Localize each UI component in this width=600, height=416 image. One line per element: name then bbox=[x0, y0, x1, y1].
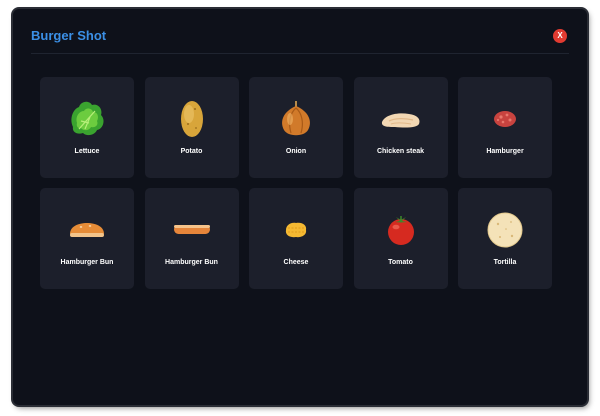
tomato-icon bbox=[354, 208, 448, 252]
hamburger-patty-icon bbox=[458, 97, 552, 141]
app-window: Burger Shot X Lettuce Potato Onion Chick… bbox=[13, 9, 587, 405]
item-card-tomato[interactable]: Tomato bbox=[353, 188, 448, 289]
item-card-tortilla[interactable]: Tortilla bbox=[458, 188, 552, 289]
item-label: Tomato bbox=[388, 259, 413, 266]
item-card-lettuce[interactable]: Lettuce bbox=[40, 77, 134, 178]
lettuce-icon bbox=[40, 97, 134, 141]
ingredient-grid: Lettuce Potato Onion Chicken steak Hambu… bbox=[40, 77, 552, 289]
chicken-steak-icon bbox=[354, 97, 448, 141]
close-button[interactable]: X bbox=[553, 29, 567, 43]
bun-bottom-icon bbox=[145, 208, 239, 252]
cheese-icon bbox=[249, 208, 343, 252]
item-label: Lettuce bbox=[74, 148, 100, 155]
app-title: Burger Shot bbox=[31, 28, 107, 43]
potato-icon bbox=[145, 97, 239, 141]
bun-top-icon bbox=[40, 208, 134, 252]
item-card-onion[interactable]: Onion bbox=[249, 77, 343, 178]
tortilla-icon bbox=[458, 208, 552, 252]
item-card-cheese[interactable]: Cheese bbox=[249, 188, 343, 289]
item-card-hamburger-bun-1[interactable]: Hamburger Bun bbox=[40, 188, 134, 289]
onion-icon bbox=[249, 97, 343, 141]
item-label: Onion bbox=[285, 148, 307, 155]
item-card-chicken-steak[interactable]: Chicken steak bbox=[353, 77, 448, 178]
item-card-potato[interactable]: Potato bbox=[144, 77, 239, 178]
header: Burger Shot X bbox=[31, 23, 569, 54]
item-label: Hamburger Bun bbox=[165, 259, 218, 266]
item-label: Cheese bbox=[283, 259, 309, 266]
item-label: Potato bbox=[180, 148, 203, 155]
item-label: Tortilla bbox=[493, 259, 517, 266]
item-card-hamburger-bun-2[interactable]: Hamburger Bun bbox=[144, 188, 239, 289]
item-label: Chicken steak bbox=[376, 148, 425, 155]
item-label: Hamburger Bun bbox=[60, 259, 114, 266]
item-card-hamburger[interactable]: Hamburger bbox=[458, 77, 552, 178]
item-label: Hamburger bbox=[486, 148, 524, 155]
